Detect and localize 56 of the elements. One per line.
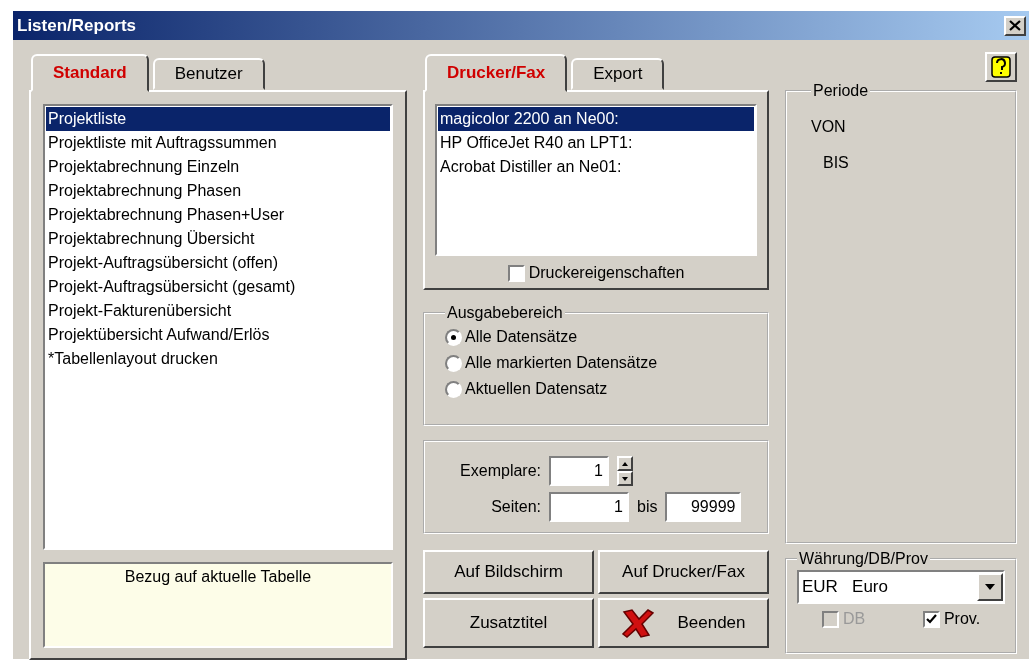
checkbox[interactable]: [922, 610, 940, 628]
list-item[interactable]: HP OfficeJet R40 an LPT1:: [438, 131, 754, 155]
spin-control[interactable]: [617, 456, 633, 486]
group-title: Währung/DB/Prov: [798, 550, 929, 568]
list-item[interactable]: Projekt-Auftragsübersicht (gesamt): [46, 275, 390, 299]
list-item[interactable]: Projektabrechnung Phasen+User: [46, 203, 390, 227]
radio-button[interactable]: [445, 380, 462, 398]
caret-icon: [985, 584, 995, 590]
close-icon: [1009, 20, 1021, 31]
checkbox-label: Prov.: [943, 610, 981, 628]
group-title: Ausgabebereich: [446, 304, 564, 322]
info-note: Bezug auf aktuelle Tabelle: [43, 562, 393, 648]
action-button[interactable]: Auf Bildschirm: [423, 550, 594, 594]
tab[interactable]: Standard: [31, 54, 149, 92]
radio-label: Aktuellen Datensatz: [465, 380, 608, 398]
list-item[interactable]: *Tabellenlayout drucken: [46, 347, 390, 371]
field-label: BIS: [822, 154, 850, 172]
help-icon: [991, 56, 1011, 78]
group-title: Periode: [812, 82, 870, 100]
field-label: VON: [811, 118, 847, 136]
page-from-field[interactable]: 1: [549, 492, 629, 522]
radio-button[interactable]: [445, 354, 462, 372]
list-item[interactable]: Projektabrechnung Einzeln: [46, 155, 390, 179]
page-to-field[interactable]: 99999: [665, 492, 742, 522]
cross-icon: [621, 608, 656, 638]
list-item[interactable]: Projekt-Fakturenübersicht: [46, 299, 390, 323]
tab[interactable]: Drucker/Fax: [425, 54, 568, 92]
list-item[interactable]: Projektabrechnung Übersicht: [46, 227, 390, 251]
help-button[interactable]: [985, 52, 1017, 82]
radio-button[interactable]: [445, 328, 462, 346]
radio-label: Alle markierten Datensätze: [465, 354, 658, 372]
list-item[interactable]: Projektübersicht Aufwand/Erlös: [46, 323, 390, 347]
action-button[interactable]: Zusatztitel: [423, 598, 594, 648]
close-button[interactable]: [1004, 15, 1026, 36]
list-item[interactable]: Acrobat Distiller an Ne01:: [438, 155, 754, 179]
tab[interactable]: Export: [571, 58, 665, 90]
list-item[interactable]: magicolor 2200 an Ne00:: [438, 107, 754, 131]
checkbox-label: Druckereigenschaften: [528, 264, 685, 282]
currency-dropdown[interactable]: EUR Euro: [797, 570, 1005, 604]
window-title: Listen/Reports: [17, 15, 137, 36]
exit-button[interactable]: Beenden: [598, 598, 769, 648]
list-item[interactable]: Projektliste mit Auftragssummen: [46, 131, 390, 155]
checkbox-label: DB: [842, 610, 866, 628]
field-label: Exemplare:: [459, 462, 541, 480]
list-item[interactable]: Projektabrechnung Phasen: [46, 179, 390, 203]
tab[interactable]: Benutzer: [152, 58, 265, 90]
field-label: bis: [637, 498, 658, 516]
radio-label: Alle Datensätze: [465, 328, 578, 346]
list-item[interactable]: Projekt-Auftragsübersicht (offen): [46, 251, 390, 275]
field-label: Seiten:: [490, 498, 541, 516]
list-item[interactable]: Projektliste: [46, 107, 390, 131]
down-arrow-icon: [622, 476, 628, 481]
up-arrow-icon: [622, 461, 628, 466]
checkbox[interactable]: [507, 264, 525, 282]
copies-field[interactable]: 1: [549, 456, 609, 486]
action-button[interactable]: Auf Drucker/Fax: [598, 550, 769, 594]
